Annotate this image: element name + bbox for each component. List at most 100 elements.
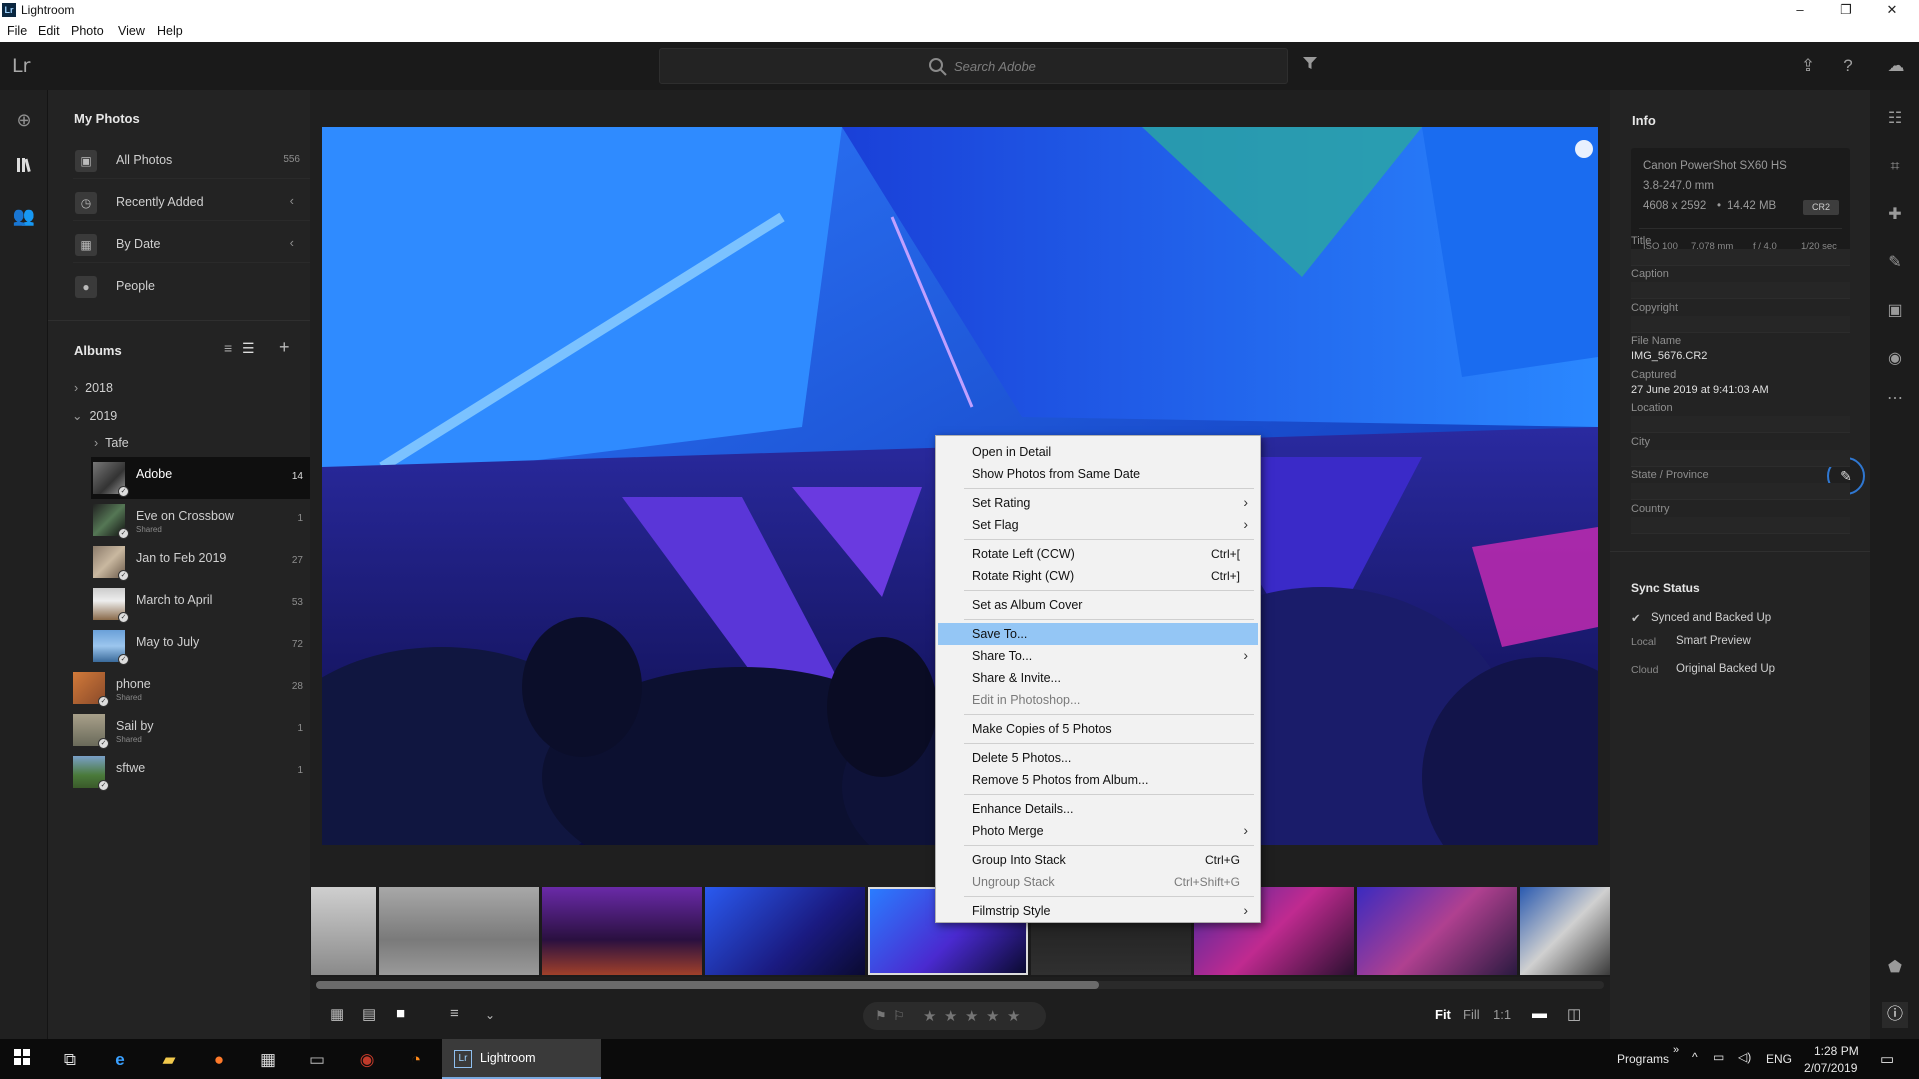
detail-view-icon[interactable]: ■ (396, 1005, 405, 1022)
language-indicator[interactable]: ENG (1766, 1052, 1792, 1066)
album-may-to-july[interactable]: ✓ May to July 72 (93, 626, 313, 666)
menu-item-enhance-details[interactable]: Enhance Details... (938, 798, 1258, 820)
filmstrip-thumbnail[interactable] (542, 887, 702, 975)
menu-item-group-into-stack[interactable]: Group Into Stack Ctrl+G (938, 849, 1258, 871)
chevron-up-icon[interactable]: ^ (1692, 1050, 1698, 1064)
menu-item-save-to[interactable]: Save To... (938, 623, 1258, 645)
menu-item-remove-from-album[interactable]: Remove 5 Photos from Album... (938, 769, 1258, 791)
detail-list-icon[interactable]: ☰ (242, 340, 255, 357)
menu-photo[interactable]: Photo (71, 24, 104, 38)
star-icon[interactable]: ★ (986, 1007, 999, 1025)
programs-toolbar[interactable]: Programs (1617, 1052, 1669, 1066)
volume-icon[interactable]: ◁) (1738, 1050, 1751, 1064)
album-jan-to-feb-2019[interactable]: ✓ Jan to Feb 2019 27 (93, 542, 313, 582)
city-field[interactable] (1631, 450, 1850, 467)
star-icon[interactable]: ★ (944, 1007, 957, 1025)
folder-tafe[interactable]: › Tafe (94, 436, 129, 450)
menu-item-show-photos-same-date[interactable]: Show Photos from Same Date (938, 463, 1258, 485)
windows-start-icon[interactable] (9, 1047, 35, 1073)
list-view-icon[interactable]: ≡ (224, 340, 232, 356)
menu-edit[interactable]: Edit (38, 24, 60, 38)
sliders-icon[interactable]: ☷ (1882, 106, 1908, 132)
star-icon[interactable]: ★ (923, 1007, 936, 1025)
year-2018[interactable]: › 2018 (74, 381, 113, 395)
maximize-button[interactable]: ❐ (1823, 0, 1869, 20)
clock-date[interactable]: 2/07/2019 (1804, 1061, 1857, 1075)
taskbar-lightroom-button[interactable]: Lr Lightroom (442, 1039, 601, 1079)
menu-item-ungroup-stack[interactable]: Ungroup Stack Ctrl+Shift+G (938, 871, 1258, 893)
add-album-icon[interactable]: + (279, 337, 290, 358)
blender-icon[interactable]: ◔ (403, 1047, 429, 1073)
album-sftwe[interactable]: ✓ sftwe 1 (73, 752, 313, 792)
add-photos-icon[interactable]: ⊕ (10, 106, 38, 134)
task-view-icon[interactable]: ⧉ (57, 1047, 83, 1073)
filmstrip-toggle-icon[interactable]: ▬ (1532, 1005, 1547, 1022)
copyright-field[interactable] (1631, 316, 1850, 333)
flag-reject-icon[interactable]: ⚐ (893, 1008, 905, 1024)
menu-item-delete-photos[interactable]: Delete 5 Photos... (938, 747, 1258, 769)
album-adobe[interactable]: ✓ Adobe 14 (93, 458, 313, 498)
state-field[interactable] (1631, 483, 1850, 500)
filmstrip-thumbnail[interactable] (1357, 887, 1517, 975)
menu-item-make-copies[interactable]: Make Copies of 5 Photos (938, 718, 1258, 740)
people-sharing-icon[interactable]: 👥 (10, 202, 38, 230)
chevron-left-icon[interactable]: ‹ (290, 235, 294, 250)
radial-icon[interactable]: ◉ (1882, 346, 1908, 372)
tag-icon[interactable]: ⬟ (1882, 955, 1908, 981)
year-2019[interactable]: ⌄ 2019 (72, 408, 117, 423)
menu-help[interactable]: Help (157, 24, 183, 38)
menu-item-share-to[interactable]: Share To... › (938, 645, 1258, 667)
filmstrip-thumbnail[interactable] (311, 887, 376, 975)
sort-icon[interactable]: ≡ (450, 1005, 459, 1022)
menu-item-set-flag[interactable]: Set Flag › (938, 514, 1258, 536)
menu-item-filmstrip-style[interactable]: Filmstrip Style › (938, 900, 1258, 922)
location-field[interactable] (1631, 416, 1850, 433)
zoom-fit-button[interactable]: Fit (1435, 1007, 1451, 1022)
menu-item-share-invite[interactable]: Share & Invite... (938, 667, 1258, 689)
library-icon[interactable] (10, 154, 38, 182)
chevron-left-icon[interactable]: ‹ (290, 193, 294, 208)
square-grid-icon[interactable]: ▦ (330, 1005, 344, 1023)
media-app-icon[interactable]: ◉ (354, 1047, 380, 1073)
brush-icon[interactable]: ✎ (1882, 250, 1908, 276)
cloud-sync-icon[interactable]: ☁ (1878, 54, 1914, 78)
close-button[interactable]: ✕ (1869, 0, 1915, 20)
my-photos-people[interactable]: ● People (73, 267, 310, 305)
my-photos-recently-added[interactable]: ◷ Recently Added ‹ (73, 183, 310, 221)
more-icon[interactable]: ⋯ (1882, 386, 1908, 412)
menu-item-set-rating[interactable]: Set Rating › (938, 492, 1258, 514)
menu-file[interactable]: File (7, 24, 27, 38)
edge-browser-icon[interactable]: e (107, 1047, 133, 1073)
firefox-icon[interactable]: ● (206, 1047, 232, 1073)
filmstrip-thumbnail[interactable] (379, 887, 539, 975)
filmstrip-scrollbar[interactable] (316, 981, 1604, 989)
healing-icon[interactable]: ✚ (1882, 202, 1908, 228)
star-icon[interactable]: ★ (965, 1007, 978, 1025)
album-sail-by[interactable]: ✓ Sail by Shared 1 (73, 710, 313, 750)
photo-grid-icon[interactable]: ▤ (362, 1005, 376, 1023)
flag-pick-icon[interactable]: ⚑ (875, 1008, 887, 1024)
country-field[interactable] (1631, 517, 1850, 534)
my-photos-all[interactable]: ▣ All Photos 556 (73, 141, 310, 179)
title-field[interactable] (1631, 249, 1850, 266)
gradient-icon[interactable]: ▣ (1882, 298, 1908, 324)
album-phone[interactable]: ✓ phone Shared 28 (73, 668, 313, 708)
share-icon[interactable]: ⇪ (1796, 54, 1820, 78)
filmstrip-thumbnail[interactable] (1520, 887, 1610, 975)
menu-item-edit-in-photoshop[interactable]: Edit in Photoshop... (938, 689, 1258, 711)
printer-app-icon[interactable]: ▭ (304, 1047, 330, 1073)
minimize-button[interactable]: – (1777, 0, 1823, 20)
star-icon[interactable]: ★ (1007, 1007, 1020, 1025)
menu-item-photo-merge[interactable]: Photo Merge › (938, 820, 1258, 842)
crop-icon[interactable]: ⌗ (1882, 154, 1908, 180)
file-explorer-icon[interactable]: ▰ (156, 1047, 182, 1073)
notification-icon[interactable]: ▭ (1880, 1050, 1894, 1068)
toolbar-expand-chevron[interactable]: » (1673, 1044, 1679, 1056)
zoom-one-to-one-button[interactable]: 1:1 (1493, 1007, 1511, 1022)
chevron-down-icon[interactable]: ⌄ (485, 1008, 495, 1022)
filmstrip-thumbnail[interactable] (705, 887, 865, 975)
caption-field[interactable] (1631, 282, 1850, 299)
calendar-app-icon[interactable]: ▦ (255, 1047, 281, 1073)
clock-time[interactable]: 1:28 PM (1814, 1044, 1859, 1058)
menu-item-rotate-left[interactable]: Rotate Left (CCW) Ctrl+[ (938, 543, 1258, 565)
